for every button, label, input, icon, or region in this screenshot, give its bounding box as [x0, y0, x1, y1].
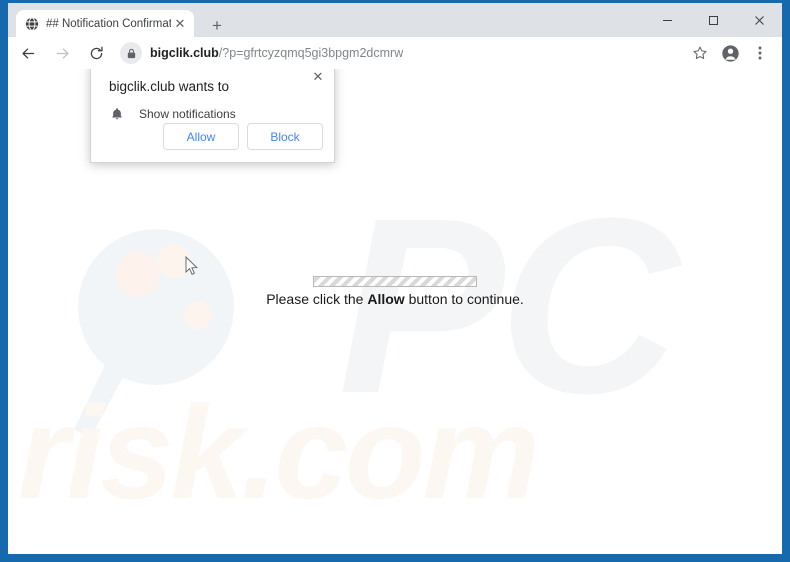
url-path: /?p=gfrtcyzqmq5gi3bpgm2dcmrw — [218, 46, 404, 60]
page-viewport: PC risk.com Please click the Allow butto… — [8, 69, 782, 554]
striped-progress-bar — [313, 276, 477, 287]
arrow-cursor — [185, 255, 199, 276]
star-icon[interactable] — [686, 39, 714, 67]
browser-window: ## Notification Confirmation ## ✕ + — [0, 0, 790, 562]
permission-option-row: Show notifications — [109, 106, 236, 122]
url-domain: bigclik.club — [150, 46, 219, 60]
permission-option-label: Show notifications — [139, 107, 236, 121]
dialog-actions: Allow Block — [155, 123, 323, 150]
tab-strip: ## Notification Confirmation ## ✕ + — [8, 3, 782, 37]
maximize-button[interactable] — [690, 3, 736, 37]
lock-icon[interactable] — [120, 42, 142, 64]
block-button[interactable]: Block — [247, 123, 323, 150]
new-tab-button[interactable]: + — [204, 13, 230, 37]
message-prefix: Please click the — [266, 291, 368, 307]
minimize-button[interactable] — [644, 3, 690, 37]
page-message: Please click the Allow button to continu… — [8, 291, 782, 307]
page-center-content: Please click the Allow button to continu… — [8, 276, 782, 307]
tab-title: ## Notification Confirmation ## — [46, 17, 171, 30]
profile-avatar-icon[interactable] — [716, 39, 744, 67]
message-suffix: button to continue. — [404, 291, 524, 307]
window-controls — [644, 3, 782, 37]
close-window-button[interactable] — [736, 3, 782, 37]
toolbar-right-actions — [684, 39, 774, 67]
bell-icon — [109, 106, 125, 122]
url-text: bigclik.club/?p=gfrtcyzqmq5gi3bpgm2dcmrw — [150, 46, 403, 60]
globe-icon — [25, 16, 39, 31]
forward-arrow-icon — [48, 39, 76, 67]
dialog-title: bigclik.club wants to — [109, 79, 230, 94]
magnifying-glass-watermark — [66, 229, 244, 444]
risk-watermark-text: risk.com — [18, 379, 540, 526]
allow-button[interactable]: Allow — [163, 123, 239, 150]
back-arrow-icon[interactable] — [14, 39, 42, 67]
three-dot-menu-icon[interactable] — [746, 39, 774, 67]
message-emphasis: Allow — [367, 291, 405, 307]
notification-permission-dialog[interactable]: ✕ bigclik.club wants to Show notificatio… — [90, 69, 335, 163]
browser-toolbar: bigclik.club/?p=gfrtcyzqmq5gi3bpgm2dcmrw — [8, 37, 782, 69]
dialog-close-icon[interactable]: ✕ — [308, 69, 328, 87]
address-bar[interactable]: bigclik.club/?p=gfrtcyzqmq5gi3bpgm2dcmrw — [120, 41, 684, 65]
reload-icon[interactable] — [82, 39, 110, 67]
browser-tab-active[interactable]: ## Notification Confirmation ## ✕ — [16, 10, 194, 37]
tab-close-icon[interactable]: ✕ — [171, 15, 189, 33]
